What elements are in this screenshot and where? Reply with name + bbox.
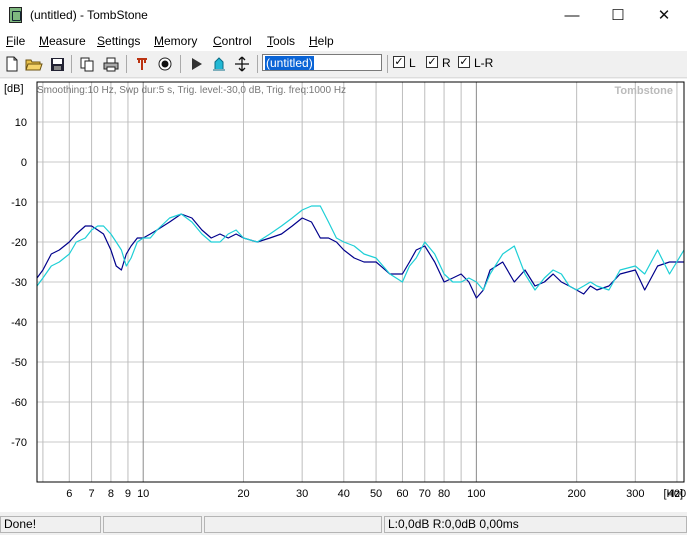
record-icon[interactable] xyxy=(155,54,175,74)
cursor-arrows-icon[interactable] xyxy=(232,54,252,74)
x-tick-label: 20 xyxy=(237,488,249,500)
save-icon[interactable] xyxy=(47,54,67,74)
toolbar-separator xyxy=(257,55,258,73)
toolbar-separator xyxy=(180,55,181,73)
toolbar-separator xyxy=(71,55,72,73)
open-folder-icon[interactable] xyxy=(24,54,44,74)
x-tick-label: 30 xyxy=(296,488,308,500)
y-tick-label: -30 xyxy=(11,277,27,289)
chart-info: Smoothing:10 Hz, Swp dur:5 s, Trig. leve… xyxy=(37,85,346,96)
x-tick-label: 50 xyxy=(370,488,382,500)
y-tick-label: -60 xyxy=(11,397,27,409)
checkbox-l-label: L xyxy=(409,56,416,70)
generator-icon[interactable] xyxy=(132,54,152,74)
toolbar-separator xyxy=(387,55,388,73)
x-tick-label: 10 xyxy=(137,488,149,500)
new-file-icon[interactable] xyxy=(2,54,22,74)
menu-tools[interactable]: Tools xyxy=(267,34,295,48)
chart-svg[interactable]: 100-10-20-30-40-50-60-706 7 8 9 10 20 30 40 50 60… xyxy=(0,79,687,512)
y-tick-label: -20 xyxy=(11,237,27,249)
status-pane-empty-2 xyxy=(204,516,382,533)
menu-memory[interactable]: Memory xyxy=(154,34,197,48)
checkbox-lr-label: L-R xyxy=(474,56,494,70)
filename-value: (untitled) xyxy=(265,56,314,70)
menu-file[interactable]: File xyxy=(6,34,25,48)
menu-bar: File Measure Settings Memory Control Too… xyxy=(0,31,687,51)
toolbar: (untitled) ✓ L ✓ R ✓ L-R xyxy=(0,51,687,78)
checkbox-lr[interactable]: ✓ xyxy=(458,56,470,68)
menu-help[interactable]: Help xyxy=(309,34,334,48)
title-bar: (untitled) - TombStone — ☐ ✕ xyxy=(0,0,687,31)
window-title: (untitled) - TombStone xyxy=(30,8,148,22)
maximize-button[interactable]: ☐ xyxy=(595,0,641,31)
menu-control[interactable]: Control xyxy=(213,34,252,48)
y-tick-label: -40 xyxy=(11,317,27,329)
x-tick-label: 70 xyxy=(419,488,431,500)
status-bar: Done! L:0,0dB R:0,0dB 0,00ms xyxy=(0,514,687,535)
x-tick-label: 9 xyxy=(125,488,131,500)
print-icon[interactable] xyxy=(101,54,121,74)
minimize-button[interactable]: — xyxy=(549,0,595,31)
status-pane-empty xyxy=(103,516,202,533)
y-tick-label: -50 xyxy=(11,357,27,369)
y-tick-label: -70 xyxy=(11,437,27,449)
x-tick-label: 300 xyxy=(626,488,644,500)
x-tick-label: 6 xyxy=(66,488,72,500)
checkbox-l[interactable]: ✓ xyxy=(393,56,405,68)
checkbox-r[interactable]: ✓ xyxy=(426,56,438,68)
app-icon xyxy=(9,7,22,23)
sweep-icon[interactable] xyxy=(209,54,229,74)
copy-icon[interactable] xyxy=(77,54,97,74)
x-tick-label: 100 xyxy=(467,488,485,500)
x-tick-label: 40 xyxy=(338,488,350,500)
x-tick-label: 8 xyxy=(108,488,114,500)
status-levels: L:0,0dB R:0,0dB 0,00ms xyxy=(384,516,687,533)
filename-field[interactable]: (untitled) xyxy=(262,54,382,71)
y-tick-label: 0 xyxy=(21,157,27,169)
chart-watermark: Tombstone xyxy=(615,85,673,97)
frequency-response-graph[interactable]: 10 0 -10 -20 -30 -40 -50 -60 -70 6 7 8 9 10 20 30 40 50 60… xyxy=(0,79,687,512)
menu-settings[interactable]: Settings xyxy=(97,34,140,48)
close-button[interactable]: ✕ xyxy=(641,0,687,31)
menu-measure[interactable]: Measure xyxy=(39,34,86,48)
y-axis-unit: [dB] xyxy=(4,83,24,95)
x-axis-unit: [Hz] xyxy=(663,488,683,500)
x-tick-label: 7 xyxy=(89,488,95,500)
x-tick-label: 200 xyxy=(567,488,585,500)
play-icon[interactable] xyxy=(186,54,206,74)
toolbar-separator xyxy=(126,55,127,73)
x-tick-label: 60 xyxy=(396,488,408,500)
x-tick-label: 80 xyxy=(438,488,450,500)
menu-file-rest: ile xyxy=(13,34,26,48)
checkbox-r-label: R xyxy=(442,56,451,70)
y-tick-label: 10 xyxy=(15,117,27,129)
status-message: Done! xyxy=(0,516,101,533)
y-tick-label: -10 xyxy=(11,197,27,209)
